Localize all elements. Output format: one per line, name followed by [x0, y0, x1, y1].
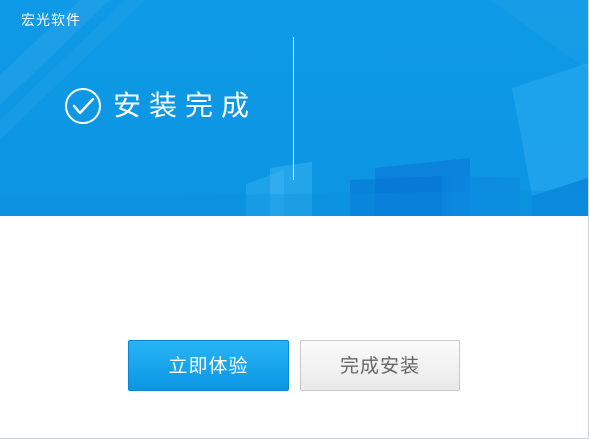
check-circle-icon — [65, 88, 101, 124]
finish-install-button[interactable]: 完成安装 — [300, 340, 460, 391]
window-title: 宏光软件 — [21, 13, 81, 29]
banner-divider — [293, 37, 294, 180]
header-banner: 宏光软件 安装完成 — [0, 0, 588, 216]
experience-now-button[interactable]: 立即体验 — [128, 340, 289, 391]
installer-window: 宏光软件 安装完成 立即体验 完成安装 — [0, 0, 589, 439]
install-status-title: 安装完成 — [113, 89, 258, 122]
